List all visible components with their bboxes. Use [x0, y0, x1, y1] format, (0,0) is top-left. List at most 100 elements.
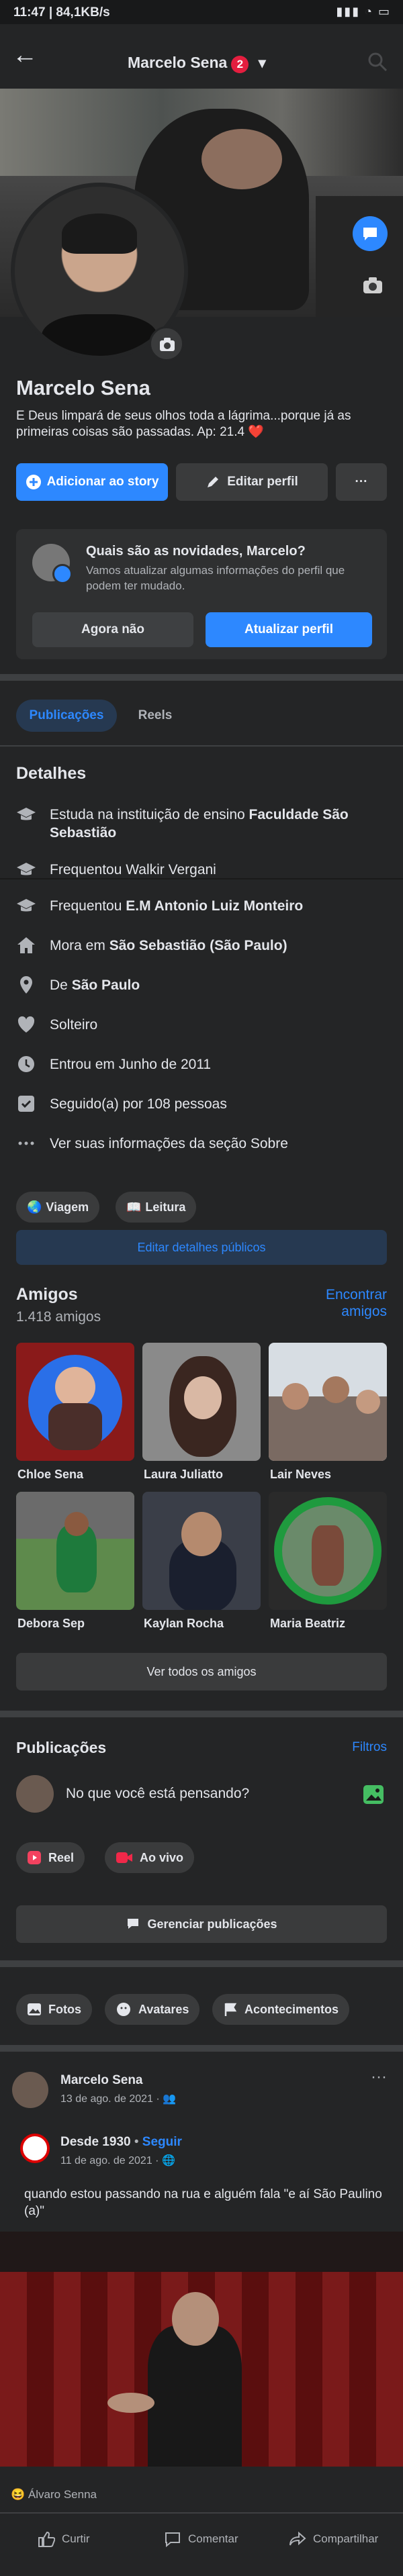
more-options-button[interactable]: ···: [336, 463, 387, 501]
status-time: 11:47 | 84,1KB/s: [13, 5, 110, 19]
detail-item-lives: Mora em São Sebastião (São Paulo): [16, 935, 392, 955]
section-divider: [0, 1960, 403, 1967]
not-now-button[interactable]: Agora não: [32, 612, 193, 647]
detail-item-relationship: Solteiro: [16, 1014, 392, 1035]
manage-posts-button[interactable]: Gerenciar publicações: [16, 1905, 387, 1943]
shared-page-name[interactable]: Desde 1930 • Seguir: [60, 2135, 182, 2150]
section-divider: [0, 1711, 403, 1717]
friends-audience-icon: 👥: [163, 2093, 177, 2105]
reactions-summary[interactable]: 😆 Álvaro Senna: [11, 2488, 97, 2501]
cover-camera-icon[interactable]: [363, 277, 383, 294]
friend-name: Laura Juliatto: [144, 1468, 224, 1481]
back-arrow-icon[interactable]: ←: [12, 42, 38, 68]
detail-item-joined: Entrou em Junho de 2011: [16, 1054, 392, 1074]
photos-icon: [28, 2003, 41, 2015]
like-button[interactable]: Curtir: [38, 2531, 90, 2547]
messenger-bubble[interactable]: [353, 216, 388, 251]
composer-input[interactable]: No que você está pensando?: [66, 1786, 249, 1802]
friend-photo: [16, 1492, 134, 1610]
graduation-cap-icon: [17, 808, 36, 820]
live-video-icon: [116, 1852, 132, 1863]
detail-item-school-1: Frequentou Walkir Vergani: [16, 859, 392, 879]
edit-public-details-button[interactable]: Editar detalhes públicos: [16, 1230, 387, 1265]
search-icon[interactable]: [367, 51, 388, 73]
post-date: 13 de ago. de 2021 · 👥: [60, 2093, 177, 2105]
graduation-cap-icon: [17, 863, 36, 875]
flag-icon: [224, 2003, 237, 2016]
friend-photo: [269, 1492, 387, 1610]
avatars-chip[interactable]: Avatares: [105, 1994, 200, 2025]
notification-badge: 2: [231, 56, 249, 73]
avatar-camera-button[interactable]: [149, 326, 184, 361]
more-dots-icon: ···: [355, 475, 368, 489]
status-indicators: ▮▮▮ ◔ ▭: [336, 5, 391, 18]
follow-link[interactable]: Seguir: [142, 2135, 182, 2149]
edit-profile-button[interactable]: Editar perfil: [176, 463, 328, 501]
details-heading: Detalhes: [16, 764, 87, 783]
comment-button[interactable]: Comentar: [164, 2531, 238, 2547]
chat-icon: [363, 228, 377, 240]
chat-bubble-icon: [128, 1919, 139, 1929]
page-title[interactable]: Marcelo Sena 2 ▾: [128, 54, 266, 73]
shared-date: 11 de ago. de 2021 · 🌐: [60, 2155, 175, 2166]
share-button[interactable]: Compartilhar: [289, 2531, 378, 2547]
location-pin-icon: [20, 976, 32, 994]
detail-item-about[interactable]: Ver suas informações da seção Sobre: [16, 1133, 392, 1153]
add-story-label: Adicionar ao story: [46, 475, 159, 489]
comment-icon: [165, 2532, 180, 2547]
update-profile-button[interactable]: Atualizar perfil: [206, 612, 372, 647]
add-story-button[interactable]: Adicionar ao story: [16, 463, 168, 501]
heart-icon: [17, 1016, 35, 1033]
edit-profile-label: Editar perfil: [227, 475, 298, 489]
see-all-friends-button[interactable]: Ver todos os amigos: [16, 1653, 387, 1690]
friend-photo: [16, 1343, 134, 1461]
composer-avatar: [16, 1775, 54, 1813]
detail-item-followers: Seguido(a) por 108 pessoas: [16, 1094, 392, 1114]
photo-icon[interactable]: [363, 1784, 384, 1805]
live-button[interactable]: Ao vivo: [105, 1842, 195, 1873]
more-dots-icon: [18, 1141, 34, 1145]
followers-icon: [18, 1096, 34, 1112]
post-text: quando estou passando na rua e alguém fa…: [24, 2187, 382, 2218]
friend-name: Kaylan Rocha: [144, 1617, 224, 1630]
haha-reaction-icon: 😆: [11, 2488, 26, 2501]
detail-item-from: De São Paulo: [16, 975, 392, 995]
profile-name: Marcelo Sena: [16, 376, 150, 399]
tab-posts[interactable]: Publicações: [16, 700, 117, 732]
home-icon: [17, 937, 35, 953]
shared-page-avatar[interactable]: [20, 2134, 50, 2163]
friend-name: Chloe Sena: [17, 1468, 84, 1481]
status-bar: 11:47 | 84,1KB/s ▮▮▮ ◔ ▭: [0, 0, 403, 24]
friend-name: Lair Neves: [270, 1468, 332, 1481]
life-events-chip[interactable]: Acontecimentos: [212, 1994, 350, 2025]
divider: [0, 878, 403, 879]
friends-count: 1.418 amigos: [16, 1309, 101, 1325]
pencil-icon: [208, 477, 219, 487]
chevron-down-icon: ▾: [258, 54, 266, 71]
posts-heading: Publicações: [16, 1739, 107, 1756]
friend-photo: [269, 1343, 387, 1461]
detail-item-education: Estuda na instituição de ensino Faculdad…: [16, 804, 392, 845]
plus-circle-icon: [26, 475, 41, 489]
find-friends-link[interactable]: Encontrar amigos: [326, 1286, 387, 1320]
top-bar: ← Marcelo Sena 2 ▾: [0, 24, 403, 89]
section-divider: [0, 674, 403, 681]
card-avatar: [32, 544, 73, 584]
tab-reels[interactable]: Reels: [132, 700, 179, 732]
divider: [0, 2512, 403, 2514]
hobby-chip-travel[interactable]: 🌏 Viagem: [16, 1192, 100, 1223]
photos-chip[interactable]: Fotos: [16, 1994, 92, 2025]
edit-badge-icon: [52, 564, 73, 584]
card-title: Quais são as novidades, Marcelo?: [86, 544, 306, 559]
hobby-chip-reading[interactable]: 📖 Leitura: [116, 1192, 197, 1223]
clock-icon: [18, 1056, 34, 1072]
filters-link[interactable]: Filtros: [352, 1740, 387, 1755]
post-menu-icon[interactable]: ···: [371, 2068, 387, 2087]
update-profile-card: Quais são as novidades, Marcelo? Vamos a…: [16, 529, 387, 659]
reel-button[interactable]: Reel: [16, 1842, 85, 1873]
post-image[interactable]: [0, 2232, 403, 2467]
profile-bio: E Deus limpará de seus olhos toda a lágr…: [16, 409, 351, 439]
friend-photo: [142, 1343, 261, 1461]
post-author-avatar[interactable]: [12, 2072, 48, 2108]
post-author-name[interactable]: Marcelo Sena: [60, 2073, 143, 2088]
